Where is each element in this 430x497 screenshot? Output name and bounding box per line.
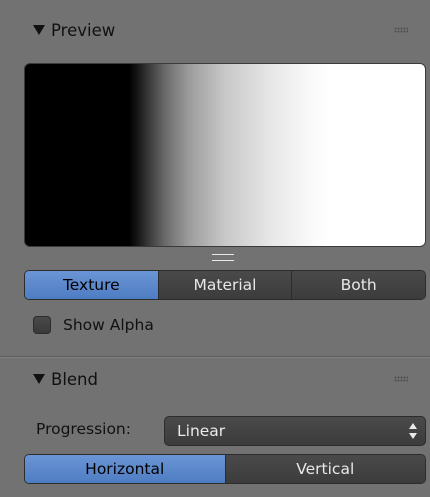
panel-divider xyxy=(0,356,430,358)
blend-panel-title: Blend xyxy=(51,369,98,389)
preview-panel-title: Preview xyxy=(51,20,116,40)
tab-material[interactable]: Material xyxy=(157,271,292,299)
drag-grip-icon[interactable] xyxy=(394,376,408,382)
preview-panel-header[interactable]: Preview xyxy=(0,12,430,48)
collapse-arrow-icon[interactable] xyxy=(33,374,45,384)
preview-resize-handle[interactable] xyxy=(212,254,234,261)
show-alpha-row[interactable]: Show Alpha xyxy=(33,316,154,334)
blend-panel-header[interactable]: Blend xyxy=(0,361,430,397)
up-down-arrows-icon xyxy=(409,423,417,439)
show-alpha-checkbox[interactable] xyxy=(33,316,51,334)
direction-horizontal[interactable]: Horizontal xyxy=(25,455,225,483)
blend-direction-selector: Horizontal Vertical xyxy=(24,454,426,484)
texture-preview xyxy=(24,63,426,247)
preview-type-selector: Texture Material Both xyxy=(24,270,426,300)
drag-grip-icon[interactable] xyxy=(394,27,408,33)
progression-dropdown[interactable]: Linear xyxy=(164,416,426,446)
direction-vertical[interactable]: Vertical xyxy=(224,455,425,483)
progression-label: Progression: xyxy=(36,420,131,438)
progression-value: Linear xyxy=(177,422,226,440)
collapse-arrow-icon[interactable] xyxy=(33,25,45,35)
tab-texture[interactable]: Texture xyxy=(25,271,158,299)
tab-both[interactable]: Both xyxy=(291,271,425,299)
properties-editor: Preview Texture Material Both Show Alpha… xyxy=(0,0,430,497)
show-alpha-label[interactable]: Show Alpha xyxy=(63,316,154,334)
